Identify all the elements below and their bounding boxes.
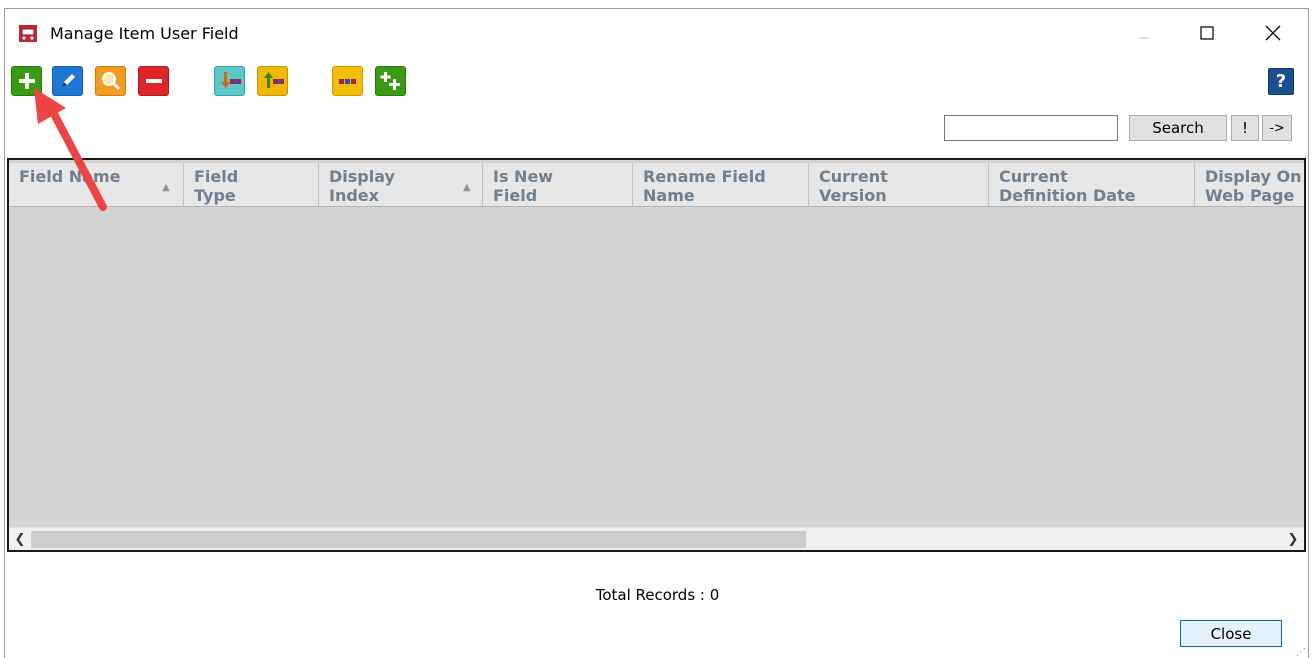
search-exclamation-button[interactable]: ! bbox=[1231, 115, 1259, 141]
add-multiple-button[interactable] bbox=[375, 66, 406, 96]
column-header-current-version[interactable]: Current Version bbox=[809, 163, 989, 206]
maximize-button[interactable] bbox=[1187, 15, 1227, 51]
column-header-current-definition-date[interactable]: Current Definition Date bbox=[989, 163, 1195, 206]
search-next-button[interactable]: -> bbox=[1262, 115, 1292, 141]
column-header-display-index[interactable]: Display Index ▲ bbox=[319, 163, 483, 206]
move-up-icon bbox=[263, 72, 284, 88]
magnifier-icon bbox=[101, 72, 120, 91]
reorder-icon bbox=[338, 79, 356, 84]
total-records-label: Total Records : 0 bbox=[595, 586, 720, 604]
column-header-rename-field-name[interactable]: Rename Field Name bbox=[633, 163, 809, 206]
scrollbar-thumb[interactable] bbox=[31, 531, 806, 548]
scroll-left-icon[interactable]: ❮ bbox=[9, 528, 31, 550]
plus-icon bbox=[18, 73, 35, 89]
view-button[interactable] bbox=[95, 66, 126, 96]
delete-button[interactable] bbox=[138, 66, 169, 96]
column-header-field-type[interactable]: Field Type bbox=[184, 163, 319, 206]
scroll-right-icon[interactable]: ❯ bbox=[1282, 528, 1304, 550]
shopping-cart-icon bbox=[19, 25, 37, 42]
title-bar: Manage Item User Field bbox=[5, 9, 1308, 49]
column-header-field-name[interactable]: Field Name ▲ bbox=[9, 163, 184, 206]
help-icon: ? bbox=[1275, 71, 1287, 92]
manage-item-user-field-window: Manage Item User Field ? Search ! -> Fie… bbox=[4, 8, 1309, 658]
plus-plus-icon bbox=[380, 72, 400, 90]
search-input[interactable] bbox=[944, 115, 1118, 141]
move-down-icon bbox=[220, 72, 241, 88]
horizontal-scrollbar[interactable]: ❮ ❯ bbox=[9, 527, 1304, 550]
grid-header: Field Name ▲ Field Type Display Index ▲ … bbox=[9, 163, 1304, 207]
close-window-button[interactable] bbox=[1253, 15, 1293, 51]
column-header-display-on-web-page[interactable]: Display On Web Page bbox=[1195, 163, 1304, 206]
move-up-button[interactable] bbox=[257, 66, 288, 96]
minimize-button[interactable] bbox=[1124, 15, 1164, 51]
minus-icon bbox=[145, 79, 162, 83]
reorder-button[interactable] bbox=[332, 66, 363, 96]
pencil-icon bbox=[61, 74, 75, 87]
sort-arrow-icon: ▲ bbox=[463, 182, 471, 193]
sort-arrow-icon: ▲ bbox=[162, 182, 170, 193]
close-icon bbox=[1265, 25, 1281, 41]
edit-button[interactable] bbox=[52, 66, 83, 96]
minimize-icon bbox=[1138, 37, 1150, 39]
maximize-icon bbox=[1200, 26, 1214, 40]
add-button[interactable] bbox=[11, 66, 42, 96]
close-button[interactable]: Close bbox=[1180, 620, 1282, 647]
window-title: Manage Item User Field bbox=[50, 24, 239, 43]
column-header-is-new-field[interactable]: Is New Field bbox=[483, 163, 633, 206]
help-button[interactable]: ? bbox=[1268, 68, 1294, 95]
resize-grip-icon[interactable]: ⋰ bbox=[1296, 647, 1306, 658]
search-button[interactable]: Search bbox=[1129, 115, 1227, 141]
move-down-button[interactable] bbox=[214, 66, 245, 96]
fields-grid: Field Name ▲ Field Type Display Index ▲ … bbox=[7, 158, 1306, 552]
